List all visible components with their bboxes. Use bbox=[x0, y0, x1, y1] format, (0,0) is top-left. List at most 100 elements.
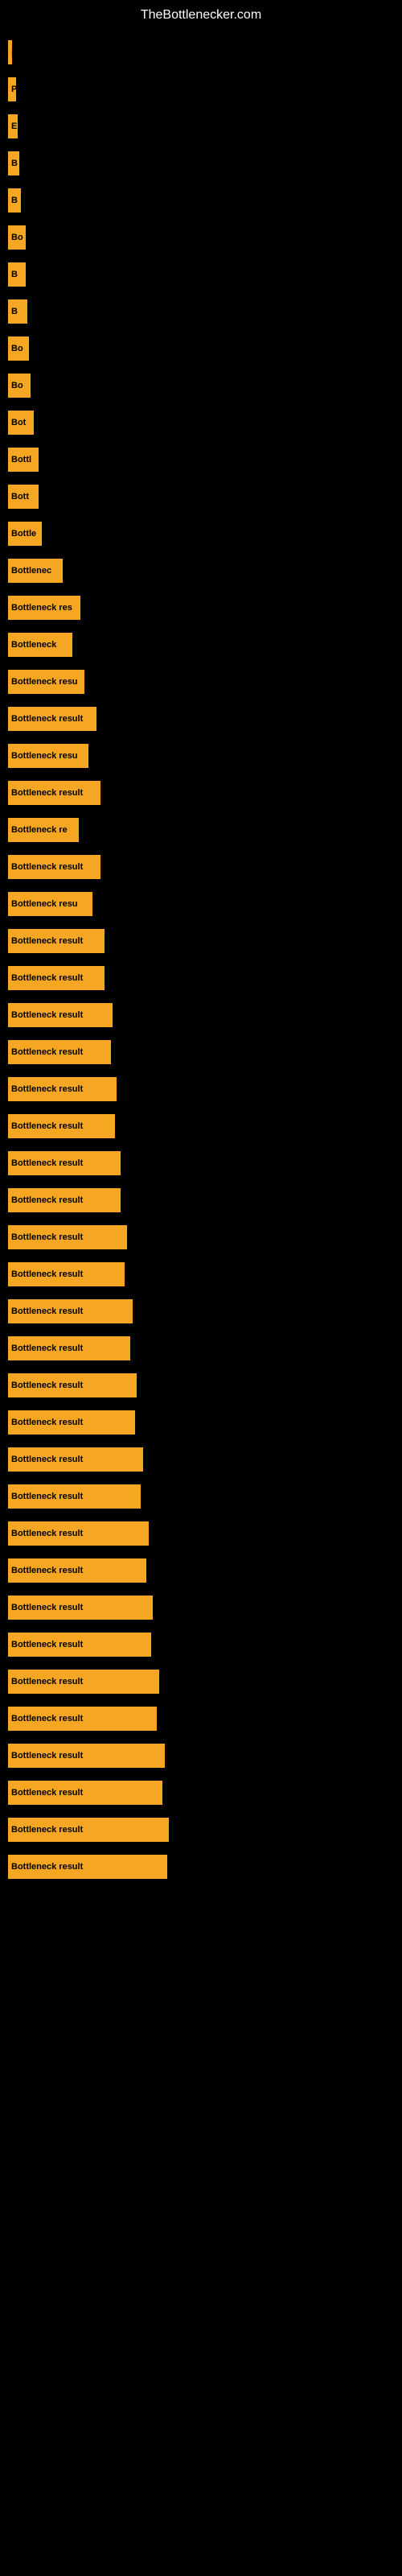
bar-row: Bottleneck result bbox=[8, 701, 402, 737]
bar-item: Bottleneck result bbox=[8, 966, 105, 990]
bars-container: |PEBBBoBBBoBoBotBottlBottBottleBottlenec… bbox=[0, 27, 402, 1886]
bar-row: Bottleneck result bbox=[8, 1183, 402, 1218]
bar-row: Bottleneck result bbox=[8, 1701, 402, 1736]
bar-item: Bottleneck result bbox=[8, 707, 96, 731]
bar-row: Bottleneck result bbox=[8, 1516, 402, 1551]
bar-row: Bottleneck result bbox=[8, 1738, 402, 1773]
bar-row: Bottleneck resu bbox=[8, 738, 402, 774]
bar-item: B bbox=[8, 299, 27, 324]
bar-row: Bo bbox=[8, 368, 402, 403]
bar-item: Bottleneck resu bbox=[8, 670, 84, 694]
bar-item: Bottleneck result bbox=[8, 1188, 121, 1212]
bar-row: Bottleneck result bbox=[8, 1368, 402, 1403]
bar-row: Bottleneck resu bbox=[8, 886, 402, 922]
bar-row: Bottleneck result bbox=[8, 1220, 402, 1255]
bar-row: Bottleneck result bbox=[8, 1108, 402, 1144]
bar-row: Bottleneck result bbox=[8, 923, 402, 959]
bar-item: Bottleneck resu bbox=[8, 892, 92, 916]
bar-row: Bottleneck result bbox=[8, 960, 402, 996]
bar-item: Bottleneck result bbox=[8, 1447, 143, 1472]
bar-item: | bbox=[8, 40, 12, 64]
bar-row: B bbox=[8, 257, 402, 292]
bar-item: Bottleneck result bbox=[8, 1633, 151, 1657]
bar-row: Bo bbox=[8, 331, 402, 366]
bar-item: Bottleneck result bbox=[8, 1670, 159, 1694]
bar-row: Bot bbox=[8, 405, 402, 440]
bar-item: Bottleneck result bbox=[8, 781, 100, 805]
bar-row: Bottleneck re bbox=[8, 812, 402, 848]
bar-item: Bottleneck result bbox=[8, 1521, 149, 1546]
bar-item: P bbox=[8, 77, 16, 101]
bar-row: P bbox=[8, 72, 402, 107]
bar-item: Bottleneck resu bbox=[8, 744, 88, 768]
bar-item: Bo bbox=[8, 374, 31, 398]
bar-item: Bottleneck result bbox=[8, 1225, 127, 1249]
bar-item: Bottleneck result bbox=[8, 1040, 111, 1064]
bar-item: Bottleneck result bbox=[8, 1707, 157, 1731]
bar-item: Bottleneck result bbox=[8, 1410, 135, 1435]
bar-row: Bottl bbox=[8, 442, 402, 477]
bar-item: Bottleneck result bbox=[8, 1299, 133, 1323]
bar-row: Bott bbox=[8, 479, 402, 514]
bar-row: Bottleneck result bbox=[8, 1331, 402, 1366]
bar-item: Bottleneck result bbox=[8, 1336, 130, 1360]
bar-item: Bot bbox=[8, 411, 34, 435]
bar-row: Bottleneck result bbox=[8, 849, 402, 885]
bar-item: Bottleneck result bbox=[8, 1003, 113, 1027]
bar-item: Bottlenec bbox=[8, 559, 63, 583]
bar-row: Bo bbox=[8, 220, 402, 255]
bar-item: Bottleneck result bbox=[8, 929, 105, 953]
bar-row: Bottleneck resu bbox=[8, 664, 402, 700]
bar-row: Bottleneck result bbox=[8, 1849, 402, 1885]
bar-item: Bottle bbox=[8, 522, 42, 546]
bar-item: Bottl bbox=[8, 448, 39, 472]
bar-item: Bottleneck result bbox=[8, 1781, 162, 1805]
bar-item: Bottleneck result bbox=[8, 1818, 169, 1842]
bar-row: | bbox=[8, 35, 402, 70]
bar-item: Bottleneck result bbox=[8, 1373, 137, 1397]
bar-row: Bottleneck result bbox=[8, 1257, 402, 1292]
bar-item: Bottleneck result bbox=[8, 1262, 125, 1286]
bar-row: Bottleneck result bbox=[8, 1034, 402, 1070]
bar-row: Bottleneck result bbox=[8, 1553, 402, 1588]
bar-item: Bo bbox=[8, 336, 29, 361]
bar-row: Bottleneck bbox=[8, 627, 402, 663]
bar-item: Bottleneck result bbox=[8, 1558, 146, 1583]
bar-item: B bbox=[8, 151, 19, 175]
bar-item: Bottleneck result bbox=[8, 855, 100, 879]
bar-row: Bottleneck result bbox=[8, 1775, 402, 1810]
bar-row: Bottleneck result bbox=[8, 1664, 402, 1699]
bar-row: B bbox=[8, 183, 402, 218]
bar-item: B bbox=[8, 188, 21, 213]
bar-row: Bottleneck result bbox=[8, 1442, 402, 1477]
bar-row: Bottleneck result bbox=[8, 1812, 402, 1847]
bar-item: Bo bbox=[8, 225, 26, 250]
bar-item: Bottleneck result bbox=[8, 1484, 141, 1509]
bar-item: E bbox=[8, 114, 18, 138]
bar-item: Bott bbox=[8, 485, 39, 509]
bar-row: Bottleneck result bbox=[8, 1071, 402, 1107]
bar-row: B bbox=[8, 146, 402, 181]
bar-row: Bottleneck result bbox=[8, 1294, 402, 1329]
bar-item: Bottleneck result bbox=[8, 1596, 153, 1620]
bar-row: Bottleneck result bbox=[8, 1627, 402, 1662]
bar-item: Bottleneck re bbox=[8, 818, 79, 842]
bar-item: Bottleneck bbox=[8, 633, 72, 657]
bar-row: E bbox=[8, 109, 402, 144]
bar-row: Bottleneck result bbox=[8, 1146, 402, 1181]
bar-row: Bottleneck result bbox=[8, 997, 402, 1033]
bar-item: Bottleneck result bbox=[8, 1077, 117, 1101]
bar-item: Bottleneck result bbox=[8, 1114, 115, 1138]
bar-row: Bottleneck result bbox=[8, 775, 402, 811]
site-title: TheBottlenecker.com bbox=[0, 0, 402, 27]
bar-row: Bottleneck result bbox=[8, 1405, 402, 1440]
bar-item: Bottleneck result bbox=[8, 1855, 167, 1879]
bar-row: Bottleneck result bbox=[8, 1479, 402, 1514]
bar-row: B bbox=[8, 294, 402, 329]
bar-item: Bottleneck res bbox=[8, 596, 80, 620]
bar-row: Bottlenec bbox=[8, 553, 402, 588]
bar-item: Bottleneck result bbox=[8, 1151, 121, 1175]
bar-row: Bottle bbox=[8, 516, 402, 551]
bar-item: Bottleneck result bbox=[8, 1744, 165, 1768]
bar-row: Bottleneck res bbox=[8, 590, 402, 625]
